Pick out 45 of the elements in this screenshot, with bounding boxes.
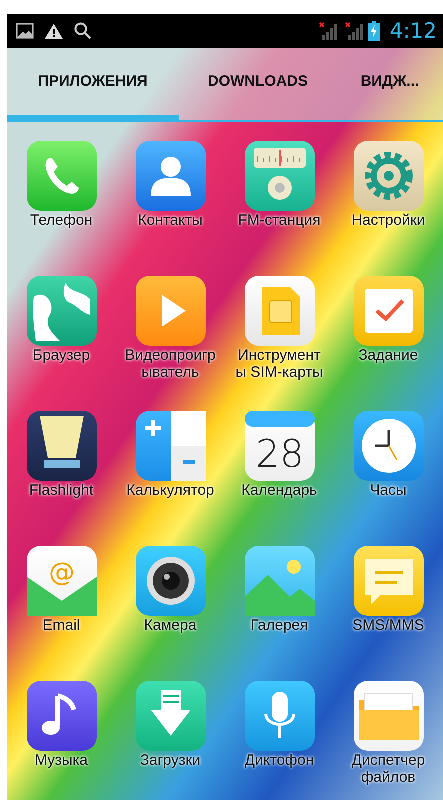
app-label: Видеопроигр ыватель — [125, 347, 216, 381]
music-note-app-icon[interactable] — [26, 680, 98, 752]
camera-app-icon[interactable] — [134, 545, 206, 617]
app-label: Телефон — [30, 212, 93, 229]
play-app-icon[interactable] — [134, 275, 206, 347]
clock-app-icon[interactable] — [352, 410, 424, 482]
microphone-app-icon[interactable] — [244, 680, 316, 752]
calendar-app-icon[interactable]: 28 — [244, 410, 316, 482]
tab[interactable]: ВИДЖ... — [337, 48, 443, 122]
app-label: Галерея — [250, 617, 308, 634]
app-label: Часы — [370, 482, 407, 499]
app-label: Камера — [144, 617, 197, 634]
app-label: Flashlight — [29, 482, 94, 499]
tab[interactable]: DOWNLOADS — [179, 48, 337, 122]
app-label: Диспетчер файлов — [352, 752, 426, 786]
app-label: SMS/MMS — [352, 617, 424, 634]
folder-app-icon[interactable] — [352, 680, 424, 752]
sim-card-app-icon[interactable] — [244, 275, 316, 347]
contacts-app-icon[interactable] — [134, 140, 206, 212]
app-label: Калькулятор — [126, 482, 214, 499]
app-label: Браузер — [32, 347, 90, 364]
app-label: Календарь — [242, 482, 318, 499]
tab[interactable]: ПРИЛОЖЕНИЯ — [7, 48, 179, 122]
calculator-app-icon[interactable] — [134, 410, 206, 482]
app-label: FM-станция — [238, 212, 321, 229]
app-label: Email — [42, 617, 80, 634]
flashlight-app-icon[interactable] — [26, 410, 98, 482]
download-app-icon[interactable] — [134, 680, 206, 752]
phone-app-icon[interactable] — [26, 140, 98, 212]
app-label: Задание — [358, 347, 418, 364]
app-label: Музыка — [34, 752, 88, 769]
app-label: Инструмент ы SIM-карты — [236, 347, 324, 381]
settings-icon[interactable] — [352, 140, 424, 212]
app-label: Контакты — [138, 212, 203, 229]
clock-time: 4:12 — [390, 19, 437, 43]
app-label: Настройки — [352, 212, 426, 229]
checkmark-app-icon[interactable] — [352, 275, 424, 347]
app-label: Загрузки — [140, 752, 201, 769]
radio-app-icon[interactable] — [244, 140, 316, 212]
battery-charging-icon — [368, 21, 380, 41]
picture-icon — [16, 23, 34, 39]
app-label: Диктофон — [244, 752, 314, 769]
warning-icon — [44, 22, 64, 40]
search-icon — [74, 22, 92, 40]
message-app-icon[interactable] — [352, 545, 424, 617]
